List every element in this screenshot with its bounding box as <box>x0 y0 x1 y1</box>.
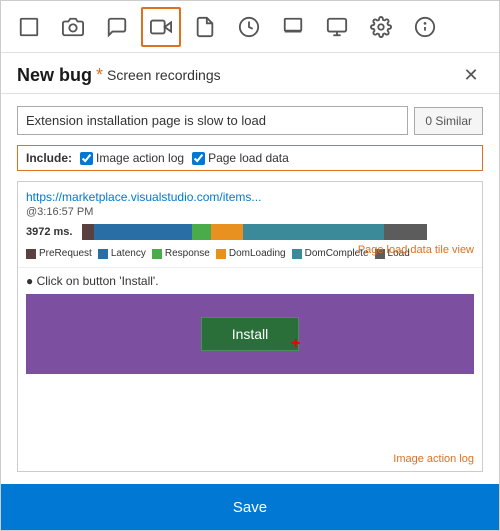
legend-row: PreRequest Latency Response DomLoad <box>26 248 474 259</box>
page-title: New bug <box>17 65 92 86</box>
info-tool-button[interactable] <box>405 7 445 47</box>
image-action-log-annotation: Image action log <box>393 453 474 465</box>
main-window: New bug * Screen recordings ✕ 0 Similar … <box>0 0 500 531</box>
legend-domloading: DomLoading <box>216 248 286 259</box>
monitor-tool-button[interactable] <box>317 7 357 47</box>
similar-button[interactable]: 0 Similar <box>414 107 483 135</box>
include-label: Include: <box>26 151 72 165</box>
duration-label: 3972 ms. <box>26 226 76 238</box>
install-button-demo: Install + <box>201 317 300 351</box>
load-dot <box>375 249 385 259</box>
legend-prerequest: PreRequest <box>26 248 92 259</box>
page-load-data-label: Page load data <box>208 151 289 165</box>
header-subtitle: Screen recordings <box>107 67 221 83</box>
close-button[interactable]: ✕ <box>459 63 483 87</box>
domloading-label: DomLoading <box>229 248 286 259</box>
header-separator: * <box>96 65 103 86</box>
response-label: Response <box>165 248 210 259</box>
bar-chart: 3972 ms. PreRequest <box>26 224 474 259</box>
prerequest-label: PreRequest <box>39 248 92 259</box>
screenshot-box: Install + <box>26 294 474 374</box>
response-segment <box>192 224 212 240</box>
page-load-link[interactable]: https://marketplace.visualstudio.com/ite… <box>26 190 474 204</box>
latency-dot <box>98 249 108 259</box>
action-section: ● Click on button 'Install'. Install + <box>18 268 482 380</box>
toolbar <box>1 1 499 53</box>
panel-header: New bug * Screen recordings ✕ <box>1 53 499 94</box>
action-log-text: ● Click on button 'Install'. <box>26 274 474 288</box>
response-dot <box>152 249 162 259</box>
search-row: 0 Similar <box>17 106 483 135</box>
image-action-log-checkbox-item[interactable]: Image action log <box>80 151 184 165</box>
legend-response: Response <box>152 248 210 259</box>
bar-row: 3972 ms. <box>26 224 474 240</box>
cursor-cross-icon: + <box>291 336 300 352</box>
prerequest-segment <box>82 224 94 240</box>
include-row: Include: Image action log Page load data <box>17 145 483 171</box>
video-tool-button[interactable] <box>141 7 181 47</box>
page-load-data-checkbox-item[interactable]: Page load data <box>192 151 289 165</box>
search-input[interactable] <box>17 106 408 135</box>
content-area: 0 Similar Include: Image action log Page… <box>1 94 499 484</box>
page-load-data-checkbox[interactable] <box>192 152 205 165</box>
rectangle-tool-button[interactable] <box>9 7 49 47</box>
load-label: Load <box>388 248 410 259</box>
legend-latency: Latency <box>98 248 146 259</box>
clock-tool-button[interactable] <box>229 7 269 47</box>
prerequest-dot <box>26 249 36 259</box>
timestamp: @3:16:57 PM <box>26 206 474 218</box>
document-tool-button[interactable] <box>185 7 225 47</box>
domcomplete-segment <box>243 224 384 240</box>
crop-tool-button[interactable] <box>273 7 313 47</box>
domloading-segment <box>211 224 242 240</box>
comment-tool-button[interactable] <box>97 7 137 47</box>
domloading-dot <box>216 249 226 259</box>
latency-segment <box>94 224 192 240</box>
legend-domcomplete: DomComplete <box>292 248 369 259</box>
latency-label: Latency <box>111 248 146 259</box>
save-bar[interactable]: Save <box>1 484 499 530</box>
load-segment <box>384 224 427 240</box>
bar-container <box>82 224 474 240</box>
domcomplete-label: DomComplete <box>305 248 369 259</box>
image-action-log-checkbox[interactable] <box>80 152 93 165</box>
domcomplete-dot <box>292 249 302 259</box>
page-load-section: https://marketplace.visualstudio.com/ite… <box>18 182 482 268</box>
save-button-label: Save <box>233 499 267 516</box>
image-action-log-label: Image action log <box>96 151 184 165</box>
gear-tool-button[interactable] <box>361 7 401 47</box>
legend-load: Load <box>375 248 410 259</box>
camera-tool-button[interactable] <box>53 7 93 47</box>
install-label: Install <box>232 326 269 342</box>
data-panel: https://marketplace.visualstudio.com/ite… <box>17 181 483 472</box>
